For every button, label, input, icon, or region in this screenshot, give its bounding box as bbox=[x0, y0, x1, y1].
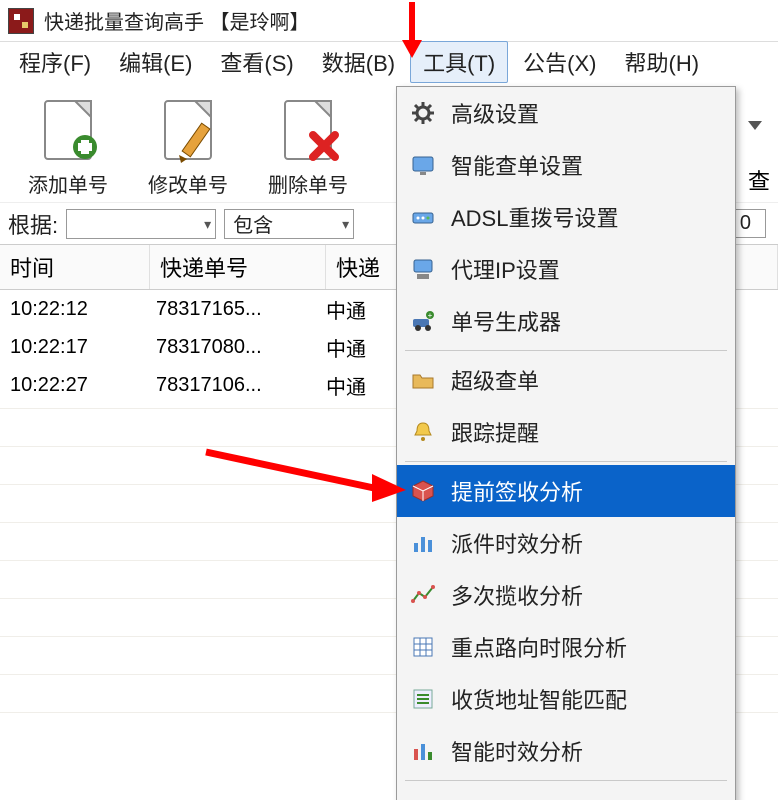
menu-item[interactable]: 超级查单 bbox=[397, 354, 735, 406]
cell-company: 中通 bbox=[326, 295, 406, 324]
menu-item[interactable]: 智能查单设置 bbox=[397, 139, 735, 191]
menu-item[interactable]: 派件时效分析 bbox=[397, 517, 735, 569]
chevron-down-icon bbox=[204, 212, 211, 235]
filter-op-value: 包含 bbox=[233, 209, 273, 238]
cell-company: 中通 bbox=[326, 333, 406, 362]
gear-icon bbox=[409, 99, 437, 127]
menu-item: 单号详情列表 bbox=[397, 784, 735, 800]
toolbar-button[interactable]: 删除单号 bbox=[248, 91, 368, 198]
menu-item-label: 重点路向时限分析 bbox=[451, 631, 627, 663]
title-bar: 快递批量查询高手 【是玲啊】 bbox=[0, 0, 778, 42]
menu-item-label: 代理IP设置 bbox=[451, 253, 560, 285]
menu-item-label: 单号生成器 bbox=[451, 305, 561, 337]
menu-item[interactable]: 智能时效分析 bbox=[397, 725, 735, 777]
col-time[interactable]: 时间 bbox=[0, 245, 150, 289]
menu-item[interactable]: 数据(B) bbox=[309, 41, 408, 83]
toolbar-button[interactable]: 修改单号 bbox=[128, 91, 248, 198]
menu-item[interactable]: 程序(F) bbox=[6, 41, 104, 83]
list-icon bbox=[409, 685, 437, 713]
menu-item-label: ADSL重拨号设置 bbox=[451, 201, 618, 233]
adsl-icon bbox=[409, 203, 437, 231]
file-edit-icon bbox=[149, 91, 227, 169]
menu-item-label: 多次揽收分析 bbox=[451, 579, 583, 611]
monitor-icon bbox=[409, 151, 437, 179]
menu-item[interactable]: + 单号生成器 bbox=[397, 295, 735, 347]
menu-item-label: 高级设置 bbox=[451, 97, 539, 129]
menu-item-label: 派件时效分析 bbox=[451, 527, 583, 559]
grid-icon bbox=[409, 633, 437, 661]
toolbar-button-label: 修改单号 bbox=[148, 169, 228, 198]
bell-icon bbox=[409, 418, 437, 446]
line-icon bbox=[409, 581, 437, 609]
menu-separator bbox=[405, 780, 727, 781]
chevron-down-icon bbox=[342, 212, 349, 235]
menu-item[interactable]: 查看(S) bbox=[207, 41, 306, 83]
detail-icon bbox=[409, 796, 437, 800]
cell-tracking-no: 78317106... bbox=[150, 374, 326, 397]
chart-icon bbox=[409, 737, 437, 765]
cell-tracking-no: 78317165... bbox=[150, 298, 326, 321]
toolbar-button[interactable]: 添加单号 bbox=[8, 91, 128, 198]
toolbar-overflow-icon[interactable] bbox=[746, 116, 770, 140]
menu-item-label: 智能时效分析 bbox=[451, 735, 583, 767]
menu-item[interactable]: 收货地址智能匹配 bbox=[397, 673, 735, 725]
cell-tracking-no: 78317080... bbox=[150, 336, 326, 359]
file-delete-icon bbox=[269, 91, 347, 169]
menu-item[interactable]: 工具(T) bbox=[410, 41, 508, 83]
menu-item[interactable]: 公告(X) bbox=[510, 41, 609, 83]
file-add-icon bbox=[29, 91, 107, 169]
menu-item-label: 跟踪提醒 bbox=[451, 416, 539, 448]
menu-bar: 程序(F)编辑(E)查看(S)数据(B)工具(T)公告(X)帮助(H) bbox=[0, 42, 778, 82]
menu-item[interactable]: 帮助(H) bbox=[612, 41, 713, 83]
proxy-icon bbox=[409, 255, 437, 283]
cube-icon bbox=[409, 477, 437, 505]
cell-time: 10:22:12 bbox=[0, 298, 150, 321]
menu-item-label: 提前签收分析 bbox=[451, 475, 583, 507]
svg-text:+: + bbox=[428, 311, 433, 320]
menu-item[interactable]: ADSL重拨号设置 bbox=[397, 191, 735, 243]
menu-item[interactable]: 提前签收分析 bbox=[397, 465, 735, 517]
menu-item-label: 收货地址智能匹配 bbox=[451, 683, 627, 715]
toolbar-button-label: 删除单号 bbox=[268, 169, 348, 198]
filter-label: 根据: bbox=[8, 208, 58, 240]
menu-item[interactable]: 代理IP设置 bbox=[397, 243, 735, 295]
menu-item[interactable]: 重点路向时限分析 bbox=[397, 621, 735, 673]
filter-field-combo[interactable] bbox=[66, 209, 216, 239]
bars-icon bbox=[409, 529, 437, 557]
car-icon: + bbox=[409, 307, 437, 335]
menu-item[interactable]: 高级设置 bbox=[397, 87, 735, 139]
folder-icon bbox=[409, 366, 437, 394]
cell-time: 10:22:27 bbox=[0, 374, 150, 397]
menu-separator bbox=[405, 350, 727, 351]
menu-item-label: 单号详情列表 bbox=[451, 794, 583, 800]
filter-op-combo[interactable]: 包含 bbox=[224, 209, 354, 239]
menu-item[interactable]: 编辑(E) bbox=[106, 41, 205, 83]
menu-item[interactable]: 跟踪提醒 bbox=[397, 406, 735, 458]
menu-item-label: 智能查单设置 bbox=[451, 149, 583, 181]
toolbar-button-label: 添加单号 bbox=[28, 169, 108, 198]
menu-item-label: 超级查单 bbox=[451, 364, 539, 396]
tools-menu: 高级设置智能查单设置 ADSL重拨号设置代理IP设置 + 单号生成器超级查单跟踪提醒提… bbox=[396, 86, 736, 800]
window-title: 快递批量查询高手 【是玲啊】 bbox=[44, 6, 310, 35]
menu-separator bbox=[405, 461, 727, 462]
cell-time: 10:22:17 bbox=[0, 336, 150, 359]
toolbar-right-label: 查 bbox=[748, 164, 770, 196]
col-company[interactable]: 快递 bbox=[326, 245, 406, 289]
menu-item[interactable]: 多次揽收分析 bbox=[397, 569, 735, 621]
app-icon bbox=[8, 8, 34, 34]
cell-company: 中通 bbox=[326, 371, 406, 400]
col-tracking-no[interactable]: 快递单号 bbox=[150, 245, 326, 289]
